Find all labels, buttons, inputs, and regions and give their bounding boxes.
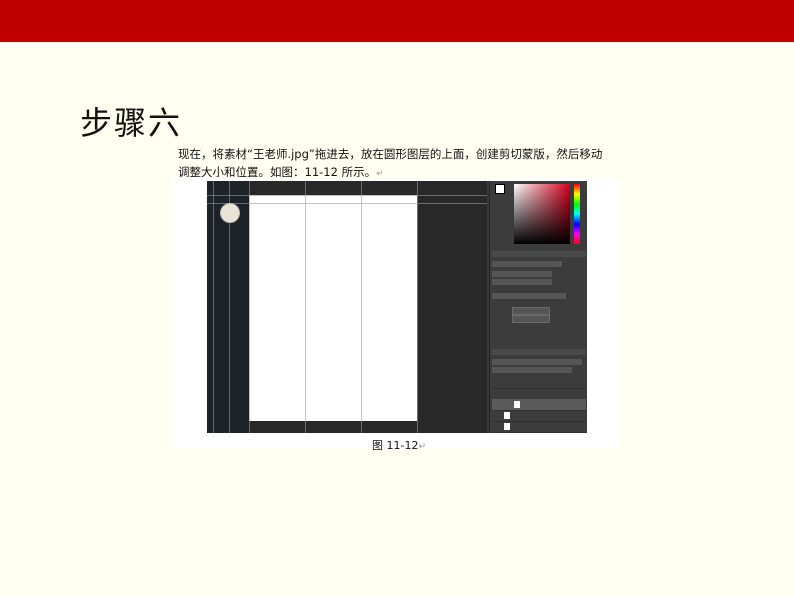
figure-caption-text: 图 11-12 bbox=[372, 439, 419, 452]
canvas-area bbox=[207, 181, 487, 433]
layer-thumbnail bbox=[504, 412, 510, 419]
hue-slider[interactable] bbox=[574, 184, 580, 244]
properties-row bbox=[492, 271, 552, 277]
layers-blend-row bbox=[492, 367, 572, 373]
guide-line bbox=[361, 181, 362, 433]
header-bar bbox=[0, 0, 794, 42]
layers-tab-bar bbox=[492, 349, 586, 355]
layer-row[interactable] bbox=[492, 421, 586, 433]
figure-caption: 图 11-12↵ bbox=[372, 437, 426, 453]
color-picker-field[interactable] bbox=[514, 184, 570, 244]
properties-row bbox=[492, 261, 562, 267]
panel-button[interactable] bbox=[512, 307, 550, 315]
panel-button[interactable] bbox=[512, 315, 550, 323]
circle-photo-layer[interactable] bbox=[220, 203, 240, 223]
properties-row bbox=[492, 279, 552, 285]
properties-row bbox=[492, 293, 566, 299]
document-canvas bbox=[249, 195, 417, 421]
guide-line bbox=[207, 203, 487, 204]
figure-screenshot bbox=[172, 177, 620, 447]
properties-tab-bar bbox=[492, 251, 586, 257]
guide-line bbox=[207, 195, 487, 196]
instruction-line-1: 现在，将素材“王老师.jpg”拖进去，放在圆形图层的上面，创建剪切蒙版，然后移动 bbox=[178, 147, 603, 161]
slide-title: 步骤六 bbox=[80, 104, 183, 142]
photoshop-window bbox=[207, 181, 587, 433]
layer-thumbnail bbox=[504, 423, 510, 430]
guide-line bbox=[417, 181, 418, 433]
guide-line bbox=[213, 181, 214, 433]
layer-thumbnail bbox=[514, 401, 520, 408]
layers-filter-row bbox=[492, 359, 582, 365]
caption-return-mark: ↵ bbox=[418, 442, 427, 452]
right-panels bbox=[489, 181, 587, 433]
foreground-color-swatch[interactable] bbox=[495, 184, 505, 194]
guide-line bbox=[249, 181, 250, 433]
guide-line bbox=[305, 181, 306, 433]
